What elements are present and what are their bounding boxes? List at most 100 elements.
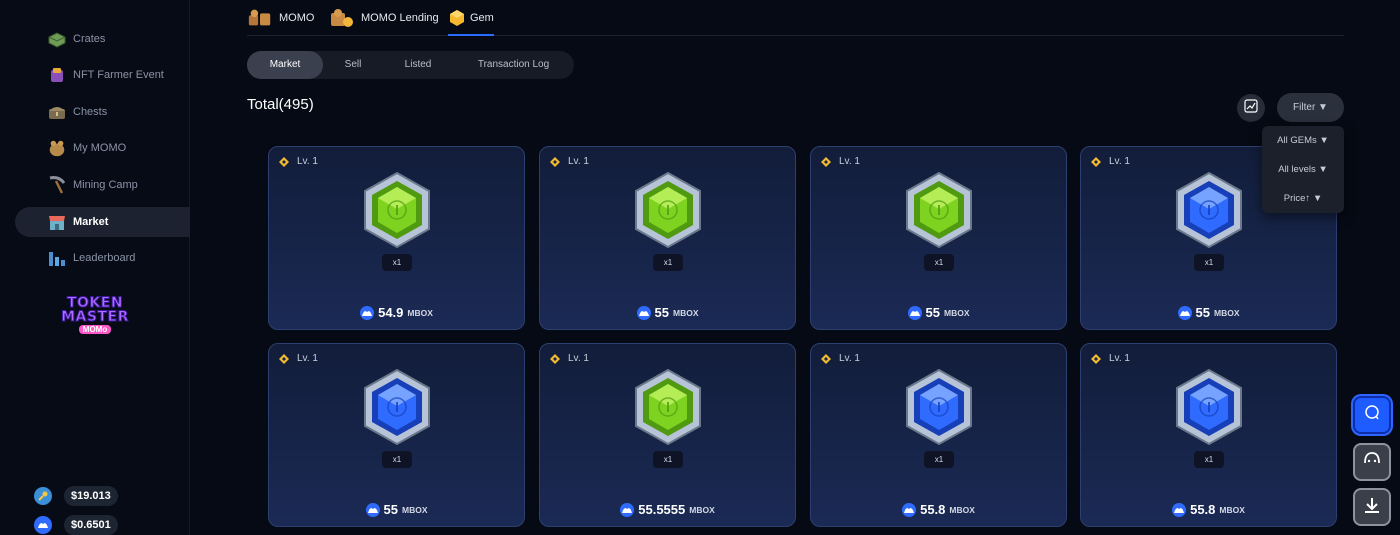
level-label: Lv. 1 <box>839 156 860 167</box>
tab-momo[interactable]: MOMO <box>247 6 314 30</box>
sidebar-item-label: Market <box>73 216 109 228</box>
gem-card[interactable]: Lv. 1 x1 55.5555 MBOX <box>539 343 796 527</box>
sidebar-item-leaderboard[interactable]: Leaderboard <box>15 243 190 273</box>
download-button[interactable] <box>1353 488 1391 526</box>
gem-card[interactable]: Lv. 1 x1 55 MBOX <box>810 146 1067 330</box>
tab-market[interactable]: Market <box>247 51 323 79</box>
mining-camp-icon <box>47 175 67 195</box>
tab-transaction-log[interactable]: Transaction Log <box>453 51 574 79</box>
sidebar-item-label: Leaderboard <box>73 252 136 264</box>
chat-button[interactable] <box>1353 396 1391 434</box>
level-label: Lv. 1 <box>1109 156 1130 167</box>
filter-dropdown: All GEMs ▼ All levels ▼ Price↑ ▼ <box>1262 126 1344 213</box>
gem-green-icon <box>632 171 704 249</box>
mbox-coin-icon <box>620 502 635 517</box>
price-chart-button[interactable] <box>1237 94 1265 122</box>
mbox-coin-icon <box>636 305 651 320</box>
chart-icon <box>1244 98 1258 118</box>
mbox-price-row: $0.6501 <box>34 515 118 535</box>
bnb-icon <box>821 156 831 167</box>
sidebar-item-chests[interactable]: Chests <box>15 97 190 127</box>
bnb-icon <box>279 156 289 167</box>
quantity-badge: x1 <box>382 254 412 271</box>
quantity-badge: x1 <box>653 254 683 271</box>
chat-icon <box>1363 404 1381 427</box>
key-coin-icon <box>34 487 52 505</box>
price-value: 55 <box>383 502 398 517</box>
mbox-coin-icon <box>34 516 52 534</box>
quantity-badge: x1 <box>382 451 412 468</box>
price-unit: MBOX <box>689 504 715 515</box>
price-unit: MBOX <box>943 307 970 318</box>
tab-gem[interactable]: Gem <box>448 6 494 36</box>
card-price: 55 MBOX <box>811 305 1066 320</box>
support-icon <box>1362 450 1382 475</box>
filter-option-all-levels[interactable]: All levels ▼ <box>1262 164 1344 175</box>
card-price: 55.5555 MBOX <box>540 502 795 517</box>
bnb-icon <box>550 156 560 167</box>
bnb-icon <box>1091 156 1101 167</box>
gem-card[interactable]: Lv. 1 x1 55 MBOX <box>539 146 796 330</box>
sidebar-item-label: My MOMO <box>73 142 127 154</box>
filter-option-all-gems[interactable]: All GEMs ▼ <box>1262 135 1344 146</box>
level-badge: Lv. 1 <box>1091 156 1130 167</box>
level-badge: Lv. 1 <box>550 156 589 167</box>
price-unit: MBOX <box>1219 504 1245 515</box>
price-unit: MBOX <box>1213 307 1240 318</box>
momo-tab-icon <box>247 7 273 29</box>
sidebar-item-my-momo[interactable]: My MOMO <box>15 133 190 163</box>
price-value: 55.5555 <box>638 502 686 517</box>
market-icon <box>47 212 67 232</box>
sidebar-item-market[interactable]: Market <box>15 207 190 237</box>
sidebar-item-label: NFT Farmer Event <box>73 69 164 81</box>
sidebar-item-nft-farmer-event[interactable]: NFT Farmer Event <box>15 60 190 90</box>
level-label: Lv. 1 <box>839 353 860 364</box>
gem-green-icon <box>632 368 704 446</box>
level-label: Lv. 1 <box>568 353 589 364</box>
card-price: 55 MBOX <box>540 305 795 320</box>
gem-tab-icon <box>448 7 466 29</box>
total-count: Total(495) <box>247 96 314 113</box>
momo-lending-icon <box>329 7 355 29</box>
gem-card[interactable]: Lv. 1 x1 55.8 MBOX <box>810 343 1067 527</box>
mbox-coin-icon <box>907 305 922 320</box>
card-price: 55.8 MBOX <box>811 502 1066 517</box>
card-price: 54.9 MBOX <box>269 305 524 320</box>
level-badge: Lv. 1 <box>821 156 860 167</box>
filter-option-price[interactable]: Price↑ ▼ <box>1262 193 1344 204</box>
sidebar-item-crates[interactable]: Crates <box>15 24 190 54</box>
gem-card[interactable]: Lv. 1 x1 54.9 MBOX <box>268 146 525 330</box>
quantity-badge: x1 <box>1194 254 1224 271</box>
mbox-coin-icon <box>902 502 917 517</box>
level-label: Lv. 1 <box>1109 353 1130 364</box>
quantity-badge: x1 <box>1194 451 1224 468</box>
sidebar: Crates NFT Farmer Event Chests My MOMO M… <box>0 0 190 535</box>
sidebar-item-label: Mining Camp <box>73 179 138 191</box>
token-master-logo[interactable]: TOKEN MASTER MOMo <box>58 292 132 338</box>
gem-card[interactable]: Lv. 1 x1 55.8 MBOX <box>1080 343 1337 527</box>
sidebar-item-label: Crates <box>73 33 106 45</box>
gem-blue-icon <box>903 368 975 446</box>
price-unit: MBOX <box>949 504 975 515</box>
top-tabs: MOMO MOMO Lending Gem <box>247 0 1344 36</box>
tab-sell[interactable]: Sell <box>323 51 383 79</box>
price-unit: MBOX <box>407 307 433 318</box>
price-unit: MBOX <box>672 307 699 318</box>
gem-green-icon <box>903 171 975 249</box>
gem-card[interactable]: Lv. 1 x1 55 MBOX <box>268 343 525 527</box>
key-price: $19.013 <box>64 486 118 506</box>
level-badge: Lv. 1 <box>821 353 860 364</box>
filter-button[interactable]: Filter ▼ <box>1277 93 1344 122</box>
bnb-icon <box>821 353 831 364</box>
tab-momo-lending[interactable]: MOMO Lending <box>329 6 439 30</box>
support-button[interactable] <box>1353 443 1391 481</box>
crate-icon <box>47 29 67 49</box>
key-price-row: $19.013 <box>34 486 118 506</box>
gem-blue-icon <box>1173 171 1245 249</box>
card-price: 55 MBOX <box>269 502 524 517</box>
price-value: 55 <box>1195 305 1210 320</box>
sidebar-item-mining-camp[interactable]: Mining Camp <box>15 170 190 200</box>
farmer-event-icon <box>47 65 67 85</box>
tab-listed[interactable]: Listed <box>383 51 453 79</box>
market-sub-tabs: Market Sell Listed Transaction Log <box>247 51 574 79</box>
